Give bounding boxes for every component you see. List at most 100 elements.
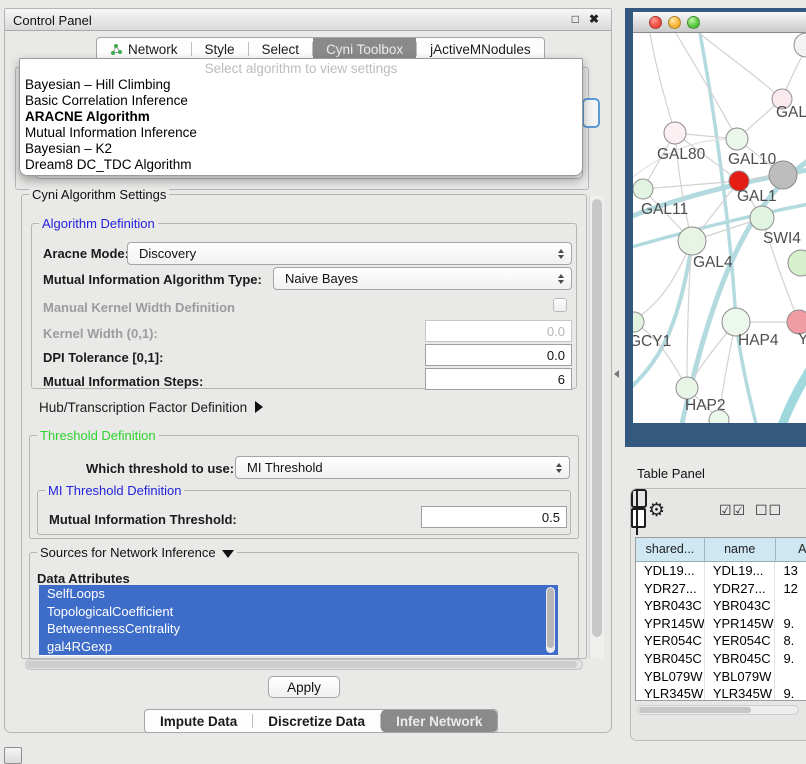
table-cell[interactable]: 12: [775, 580, 806, 598]
network-node-GAL11[interactable]: [633, 179, 653, 199]
manual-kernel-width-checkbox[interactable]: [553, 298, 567, 312]
table-cell[interactable]: YDR27...: [705, 580, 776, 598]
aracne-mode-combo[interactable]: Discovery: [127, 242, 572, 265]
close-window-icon[interactable]: ✖: [589, 12, 599, 26]
table-cell[interactable]: YBL079W: [705, 668, 776, 686]
columns-icon[interactable]: [631, 489, 647, 508]
network-icon: [110, 43, 123, 56]
table-row[interactable]: YBR045CYBR045C9.: [636, 650, 806, 668]
attribute-list-item[interactable]: BetweennessCentrality: [39, 620, 558, 638]
tab-impute-data[interactable]: Impute Data: [145, 710, 252, 732]
network-node-GAL80[interactable]: [664, 122, 686, 144]
table-cell[interactable]: YLR345W: [636, 685, 705, 701]
attribute-list-item[interactable]: SelfLoops: [39, 585, 558, 603]
table-cell[interactable]: 8.: [775, 632, 806, 650]
select-all-icon[interactable]: ☑☑: [719, 502, 746, 519]
tab-infer-network[interactable]: Infer Network: [381, 710, 497, 732]
table-cell[interactable]: YPR145W: [705, 615, 776, 633]
mi-algorithm-type-combo[interactable]: Naive Bayes: [273, 267, 572, 290]
tab-jactivemnodules[interactable]: jActiveMNodules: [417, 38, 544, 60]
table-cell[interactable]: YPR145W: [636, 615, 705, 633]
table-cell[interactable]: YBR043C: [636, 597, 705, 615]
table-cell[interactable]: YDR27...: [636, 580, 705, 598]
algorithm-option[interactable]: Mutual Information Inference: [20, 125, 582, 141]
manual-kernel-width-label: Manual Kernel Width Definition: [43, 300, 235, 315]
mac-minimize-icon[interactable]: [668, 16, 681, 29]
table-cell[interactable]: YBR045C: [705, 650, 776, 668]
table-cell[interactable]: 9.: [775, 650, 806, 668]
algorithm-option[interactable]: Dream8 DC_TDC Algorithm: [20, 157, 582, 173]
table-horizontal-scrollbar[interactable]: [637, 705, 799, 715]
table-row[interactable]: YPR145WYPR145W9.: [636, 615, 806, 633]
column-header-2[interactable]: A: [776, 538, 806, 561]
table-row[interactable]: YDR27...YDR27...12: [636, 580, 806, 598]
gear-icon[interactable]: ⚙: [648, 499, 665, 522]
network-node-GAL4[interactable]: [678, 227, 706, 255]
network-canvas[interactable]: GALGAL80GAL10GAL1GAL11SWI4GAL4GCY1HAP4YH…: [633, 33, 806, 423]
mac-zoom-icon[interactable]: [687, 16, 700, 29]
table-row[interactable]: YBL079WYBL079W: [636, 668, 806, 686]
table-cell[interactable]: YBR043C: [705, 597, 776, 615]
mi-steps-field[interactable]: 6: [425, 368, 572, 390]
network-node-gray[interactable]: [769, 161, 797, 189]
tab-network[interactable]: Network: [97, 38, 191, 60]
focused-combo-button[interactable]: [582, 98, 600, 128]
kernel-width-field: 0.0: [425, 320, 572, 342]
network-node-GAL10[interactable]: [726, 128, 748, 150]
network-window-titlebar[interactable]: [633, 12, 806, 33]
column-header-0[interactable]: shared...: [636, 538, 705, 561]
table-cell[interactable]: YBR045C: [636, 650, 705, 668]
float-window-icon[interactable]: □: [572, 12, 579, 26]
algorithm-option[interactable]: Bayesian – Hill Climbing: [20, 77, 582, 93]
table-cell[interactable]: YER054C: [636, 632, 705, 650]
hub-definition-toggle[interactable]: Hub/Transcription Factor Definition: [39, 400, 263, 415]
column-header-1[interactable]: name: [705, 538, 776, 561]
sources-group-title[interactable]: Sources for Network Inference: [37, 545, 237, 560]
table-row[interactable]: YDL19...YDL19...13: [636, 562, 806, 580]
table-cell[interactable]: 13: [775, 562, 806, 580]
table-cell[interactable]: YLR345W: [705, 685, 776, 701]
table-cell[interactable]: [775, 668, 806, 686]
attribute-list-item[interactable]: gal4RGexp: [39, 638, 558, 656]
attributes-scrollbar[interactable]: [546, 587, 555, 653]
algorithm-definition-title: Algorithm Definition: [39, 216, 158, 231]
network-node-GCY1[interactable]: [633, 312, 644, 332]
table-cell[interactable]: YER054C: [705, 632, 776, 650]
table-cell[interactable]: [775, 597, 806, 615]
tab-select[interactable]: Select: [249, 38, 313, 60]
table-file-icon[interactable]: [631, 508, 646, 528]
network-node-green-mid[interactable]: [750, 206, 774, 230]
attribute-list-item[interactable]: TopologicalCoefficient: [39, 603, 558, 621]
algorithm-option[interactable]: Basic Correlation Inference: [20, 93, 582, 109]
minimized-panel-icon[interactable]: [4, 747, 22, 764]
tab-cyni-toolbox[interactable]: Cyni Toolbox: [313, 38, 416, 60]
settings-horizontal-scrollbar[interactable]: [25, 659, 583, 670]
data-attributes-list[interactable]: SelfLoopsTopologicalCoefficientBetweenne…: [39, 585, 558, 656]
table-row[interactable]: YER054CYER054C8.: [636, 632, 806, 650]
settings-vertical-scrollbar[interactable]: [589, 196, 604, 658]
tab-style[interactable]: Style: [192, 38, 248, 60]
apply-button[interactable]: Apply: [268, 676, 340, 698]
dpi-tolerance-field[interactable]: 0.0: [425, 344, 572, 366]
clear-selection-icon[interactable]: ☐☐: [755, 502, 782, 519]
table-cell[interactable]: YDL19...: [636, 562, 705, 580]
network-node-partial-top[interactable]: [794, 33, 806, 57]
network-node-HAP2[interactable]: [676, 377, 698, 399]
table-row[interactable]: YBR043CYBR043C: [636, 597, 806, 615]
table-cell[interactable]: 9.: [775, 615, 806, 633]
table-row[interactable]: YLR345WYLR345W9.: [636, 685, 806, 701]
tab-discretize-data[interactable]: Discretize Data: [253, 710, 380, 732]
algorithm-option[interactable]: ARACNE Algorithm: [20, 109, 582, 125]
control-panel-titlebar[interactable]: Control Panel □ ✖: [5, 9, 611, 31]
table-cell[interactable]: YBL079W: [636, 668, 705, 686]
settings-group-title: Cyni Algorithm Settings: [29, 187, 169, 202]
network-node-SWI4[interactable]: [788, 250, 806, 276]
table-cell[interactable]: 9.: [775, 685, 806, 701]
control-panel-window: Control Panel □ ✖ NetworkStyleSelectCyni…: [4, 8, 612, 733]
mac-close-icon[interactable]: [649, 16, 662, 29]
algorithm-option[interactable]: Bayesian – K2: [20, 141, 582, 157]
which-threshold-combo[interactable]: MI Threshold: [235, 456, 570, 479]
table-cell[interactable]: YDL19...: [705, 562, 776, 580]
mi-threshold-field[interactable]: 0.5: [421, 506, 567, 528]
panel-collapse-arrow[interactable]: [614, 370, 619, 378]
